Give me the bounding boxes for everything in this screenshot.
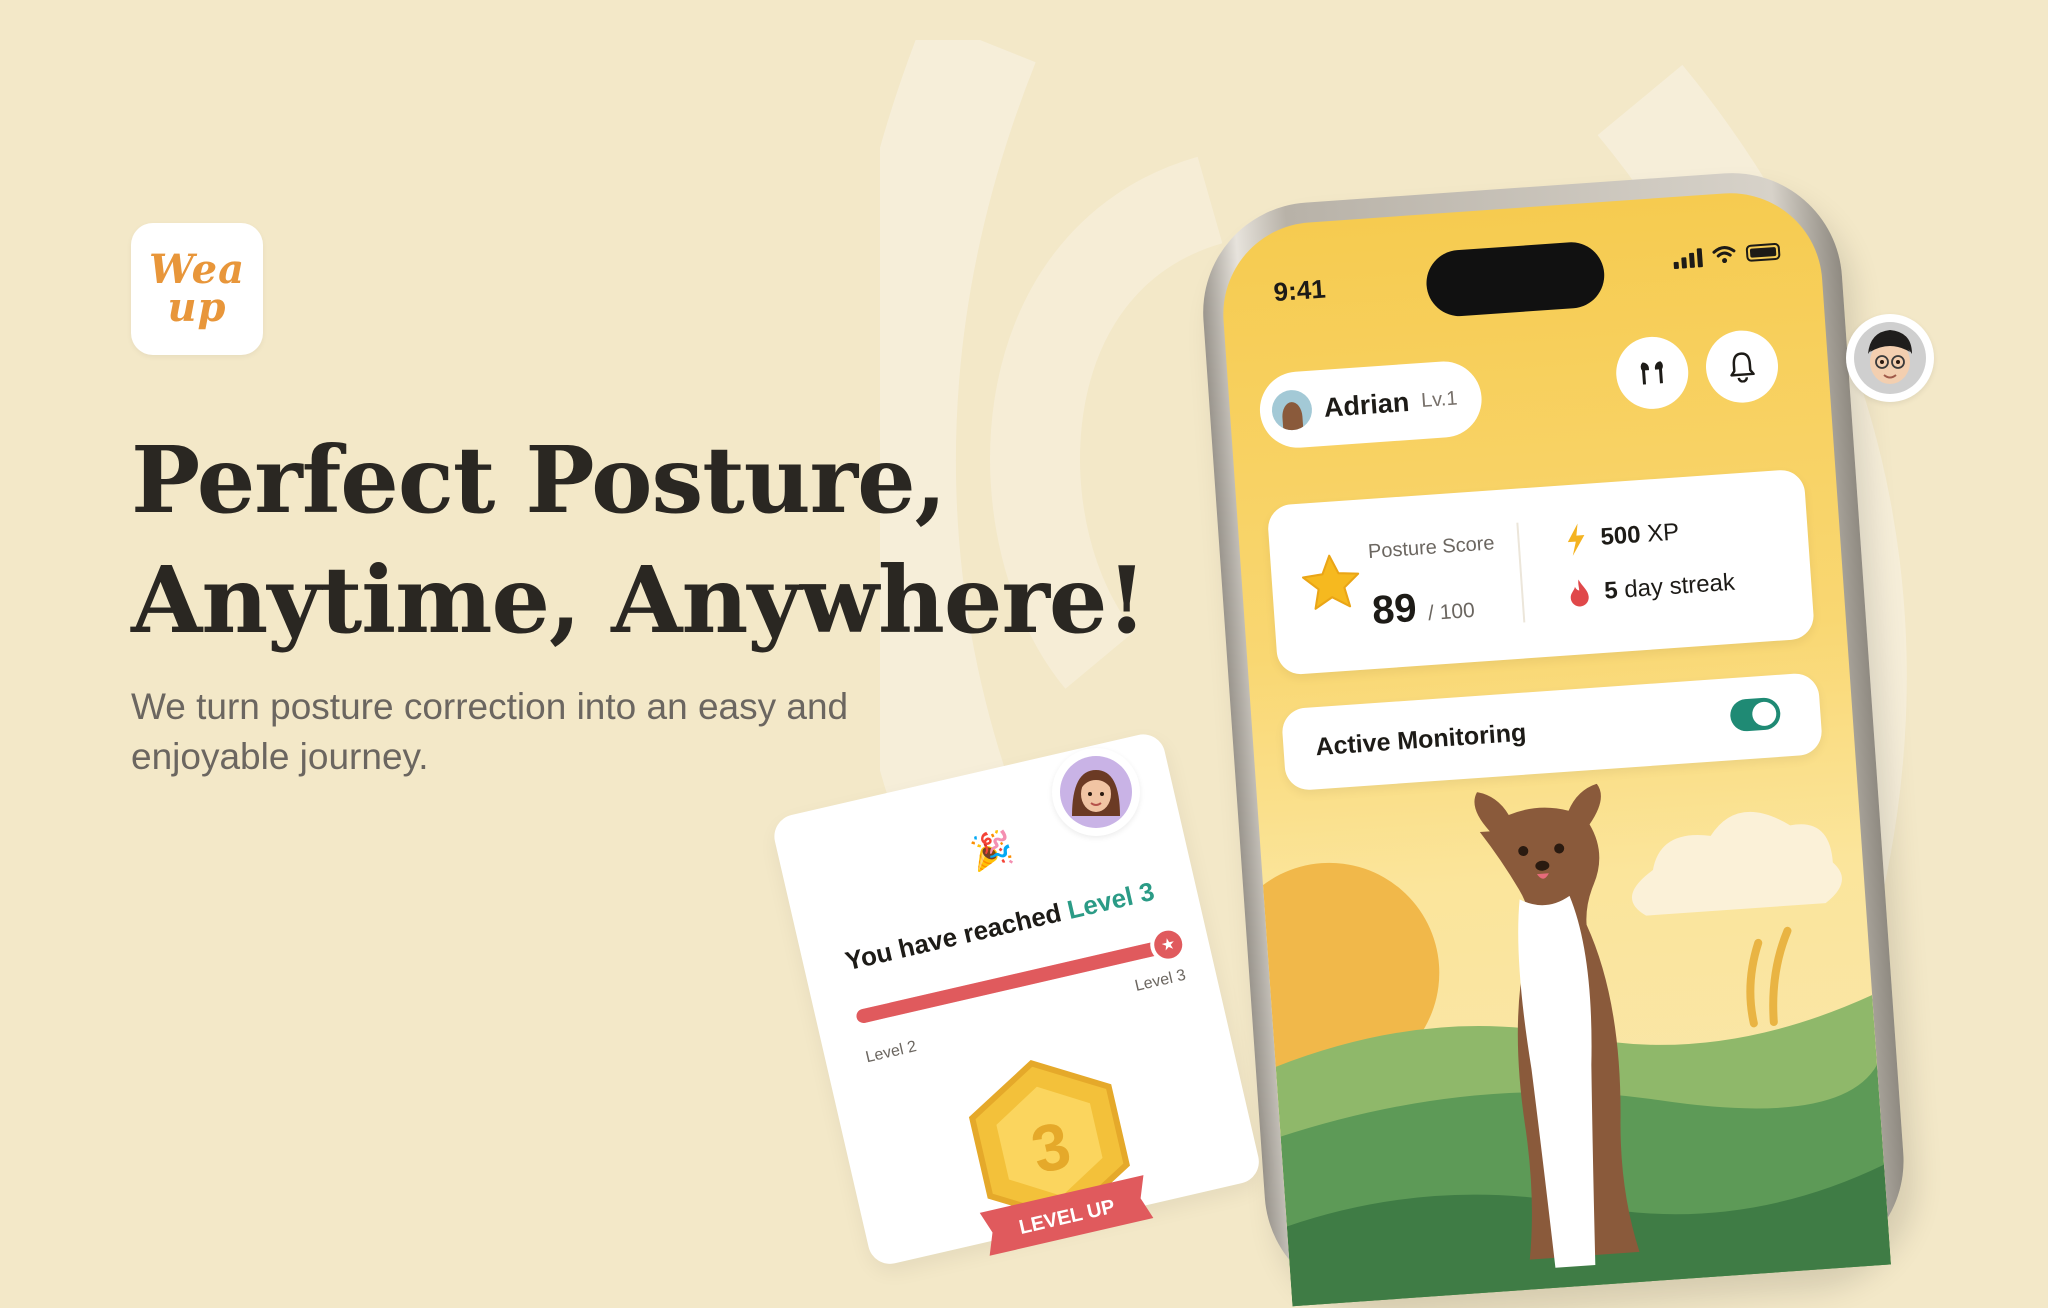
hero-headline: Perfect Posture, Anytime, Anywhere! — [131, 420, 1147, 660]
signal-icon — [1673, 245, 1703, 270]
level-from-label: Level 2 — [864, 1038, 919, 1067]
posture-score-label: Posture Score — [1367, 532, 1496, 564]
posture-score-value: 89 / 100 — [1371, 582, 1476, 634]
user-name: Adrian — [1322, 386, 1411, 423]
xp-value: 500 — [1599, 521, 1642, 551]
active-monitoring-toggle[interactable] — [1729, 696, 1782, 733]
level-reached-text: You have reached Level 3 — [801, 866, 1198, 986]
headline-line2: Anytime, Anywhere! — [131, 546, 1147, 654]
level-reached-prefix: You have reached — [842, 897, 1065, 977]
streak-row: 5 day streak — [1567, 568, 1736, 610]
headline-line1: Perfect Posture, — [131, 426, 947, 534]
party-popper-icon: 🎉 — [966, 827, 1017, 875]
avatar-floating-male — [1846, 314, 1934, 402]
phone-mockup: 9:41 Adrian Lv.1 Posture Score 89 / 100 … — [1195, 165, 1911, 1308]
phone-screen: 9:41 Adrian Lv.1 Posture Score 89 / 100 … — [1217, 187, 1892, 1307]
avatar-female-image — [1060, 756, 1132, 828]
streak-value: 5 — [1603, 576, 1619, 605]
level-to-label: Level 3 — [1133, 966, 1188, 995]
lightning-icon — [1567, 523, 1585, 556]
dynamic-island — [1424, 240, 1607, 319]
earbuds-icon — [1640, 361, 1663, 385]
user-avatar — [1270, 388, 1314, 432]
battery-icon — [1745, 242, 1781, 262]
level-up-badge: 3 LEVEL UP — [968, 1060, 1154, 1256]
active-monitoring-label: Active Monitoring — [1314, 718, 1528, 762]
status-time: 9:41 — [1272, 273, 1327, 308]
weasel-scene-illustration — [1257, 783, 1892, 1307]
user-profile-pill[interactable]: Adrian Lv.1 — [1257, 358, 1484, 451]
xp-row: 500 XP — [1564, 515, 1681, 557]
notifications-button[interactable] — [1703, 328, 1781, 406]
level-progress-star-icon: ★ — [1146, 923, 1190, 967]
stats-card: Posture Score 89 / 100 500 XP 5 day stre… — [1266, 468, 1816, 676]
hero-subtext: We turn posture correction into an easy … — [131, 686, 849, 777]
avatar-male-image — [1854, 322, 1926, 394]
posture-score-max: / 100 — [1427, 598, 1476, 626]
streak-unit: day streak — [1623, 568, 1736, 604]
status-icons — [1673, 240, 1781, 270]
xp-unit: XP — [1646, 518, 1681, 548]
wifi-icon — [1712, 246, 1736, 264]
stats-divider — [1516, 522, 1526, 623]
earbuds-button[interactable] — [1613, 334, 1691, 412]
user-level: Lv.1 — [1420, 387, 1459, 412]
avatar-floating-female — [1052, 748, 1140, 836]
level-reached-level: Level 3 — [1064, 875, 1158, 925]
bell-icon — [1730, 352, 1755, 383]
flame-icon — [1570, 579, 1589, 607]
app-logo: Wea up — [131, 223, 263, 355]
logo-text-line2: up — [167, 284, 227, 331]
posture-score-number: 89 — [1370, 585, 1419, 633]
star-icon — [1301, 554, 1360, 610]
